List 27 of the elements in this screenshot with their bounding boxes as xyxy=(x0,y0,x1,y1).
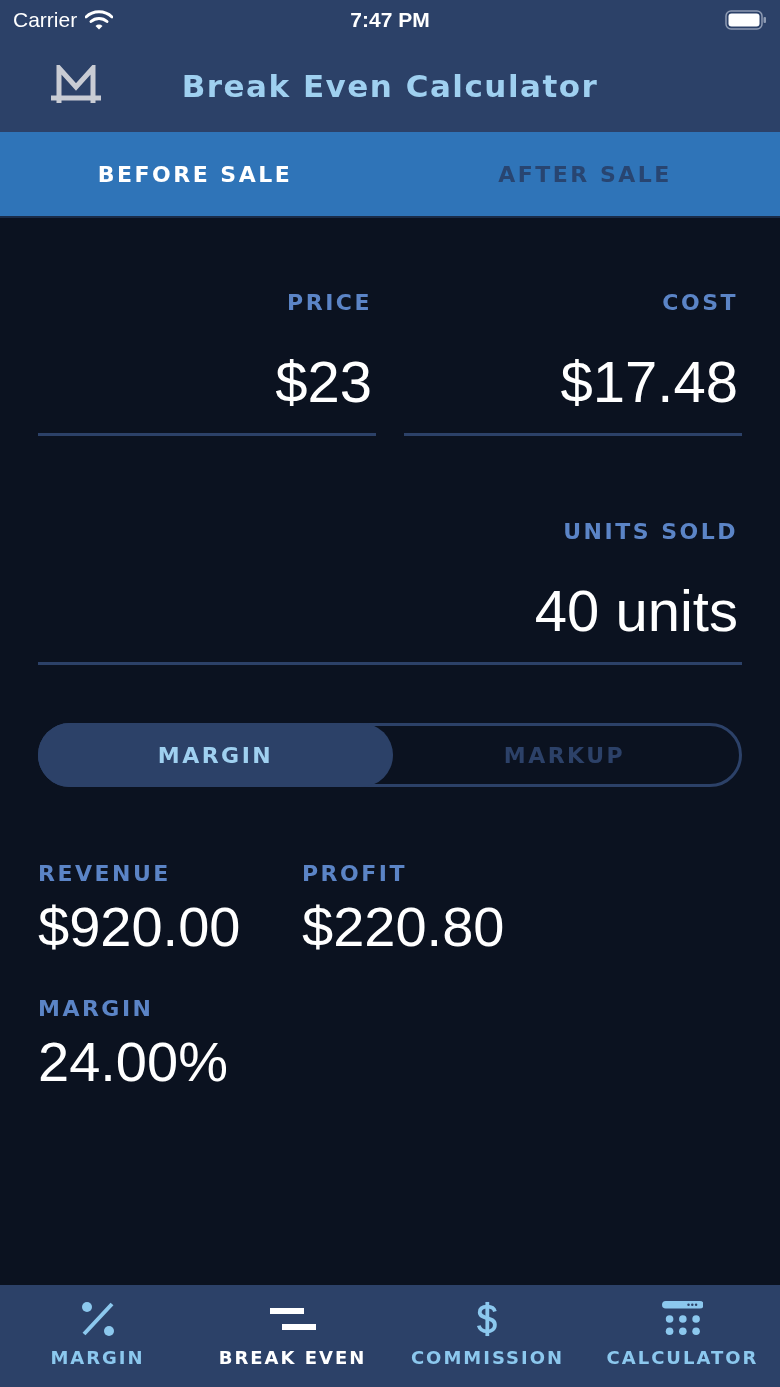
two-bars-icon xyxy=(269,1306,316,1332)
result-value: 24.00% xyxy=(38,1031,228,1093)
result-value: $920.00 xyxy=(38,896,241,958)
input-field[interactable]: 40 units xyxy=(38,578,742,665)
percent-icon xyxy=(80,1301,115,1337)
nav-item[interactable]: MARGIN xyxy=(0,1285,195,1387)
app-title: Break Even Calculator xyxy=(181,68,599,104)
field-label: UNITS SOLD xyxy=(563,519,738,545)
battery-icon xyxy=(725,10,767,30)
result-label: PROFIT xyxy=(302,861,407,887)
tab[interactable]: BEFORE SALE xyxy=(0,132,390,216)
result-label: REVENUE xyxy=(38,861,171,887)
wifi-icon xyxy=(85,10,114,30)
segment[interactable]: MARGIN xyxy=(38,723,393,787)
status-time: 7:47 PM xyxy=(350,8,430,32)
dollar-icon xyxy=(475,1301,500,1337)
carrier-label: Carrier xyxy=(13,8,78,32)
field-label: PRICE xyxy=(287,290,372,316)
result-label: MARGIN xyxy=(38,996,154,1022)
result-value: $220.80 xyxy=(302,896,505,958)
nav-item[interactable]: COMMISSION xyxy=(390,1285,585,1387)
input-field[interactable]: $17.48 xyxy=(404,349,742,436)
input-field[interactable]: $23 xyxy=(38,349,376,436)
field-label: COST xyxy=(662,290,738,316)
nav-item[interactable]: BREAK EVEN xyxy=(195,1285,390,1387)
nav-item[interactable]: CALCULATOR xyxy=(585,1285,780,1387)
calculator-icon xyxy=(661,1301,704,1337)
